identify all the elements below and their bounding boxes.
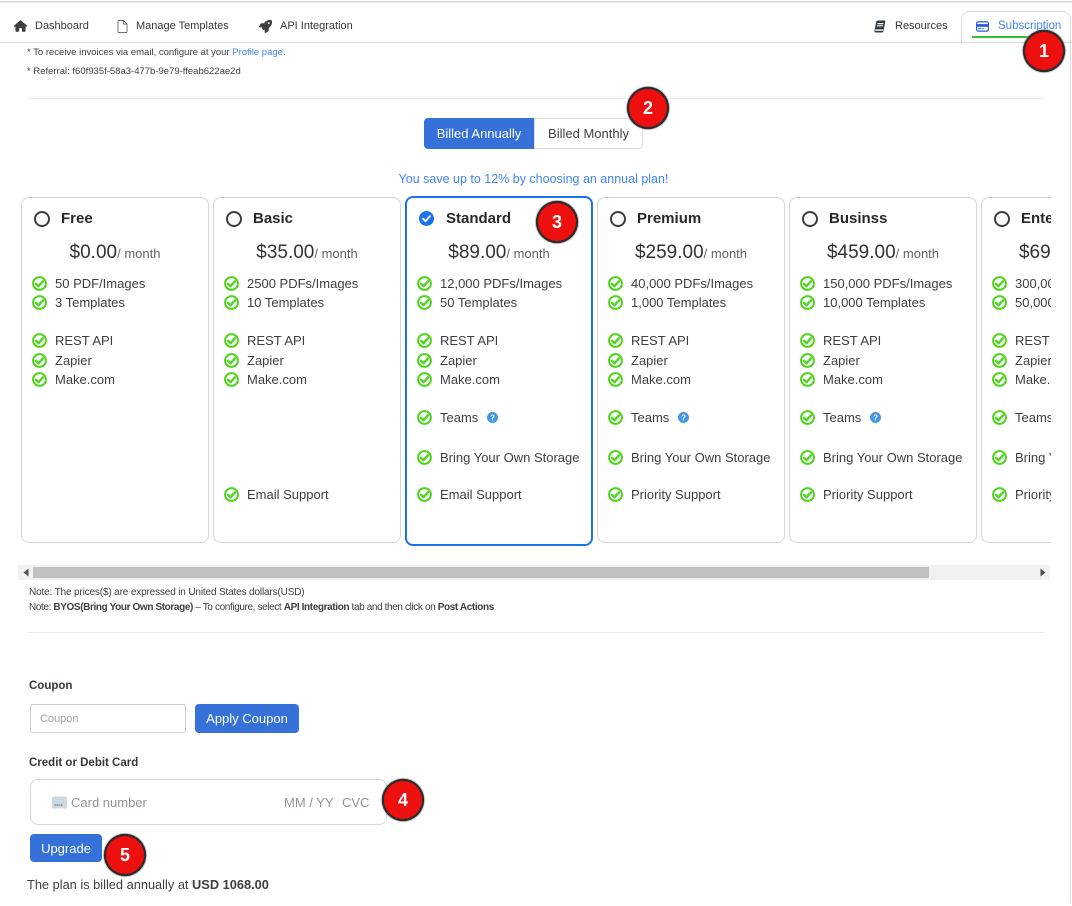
svg-text:?: ? [490,413,495,422]
svg-text:?: ? [681,413,686,422]
svg-text:?: ? [873,413,878,422]
